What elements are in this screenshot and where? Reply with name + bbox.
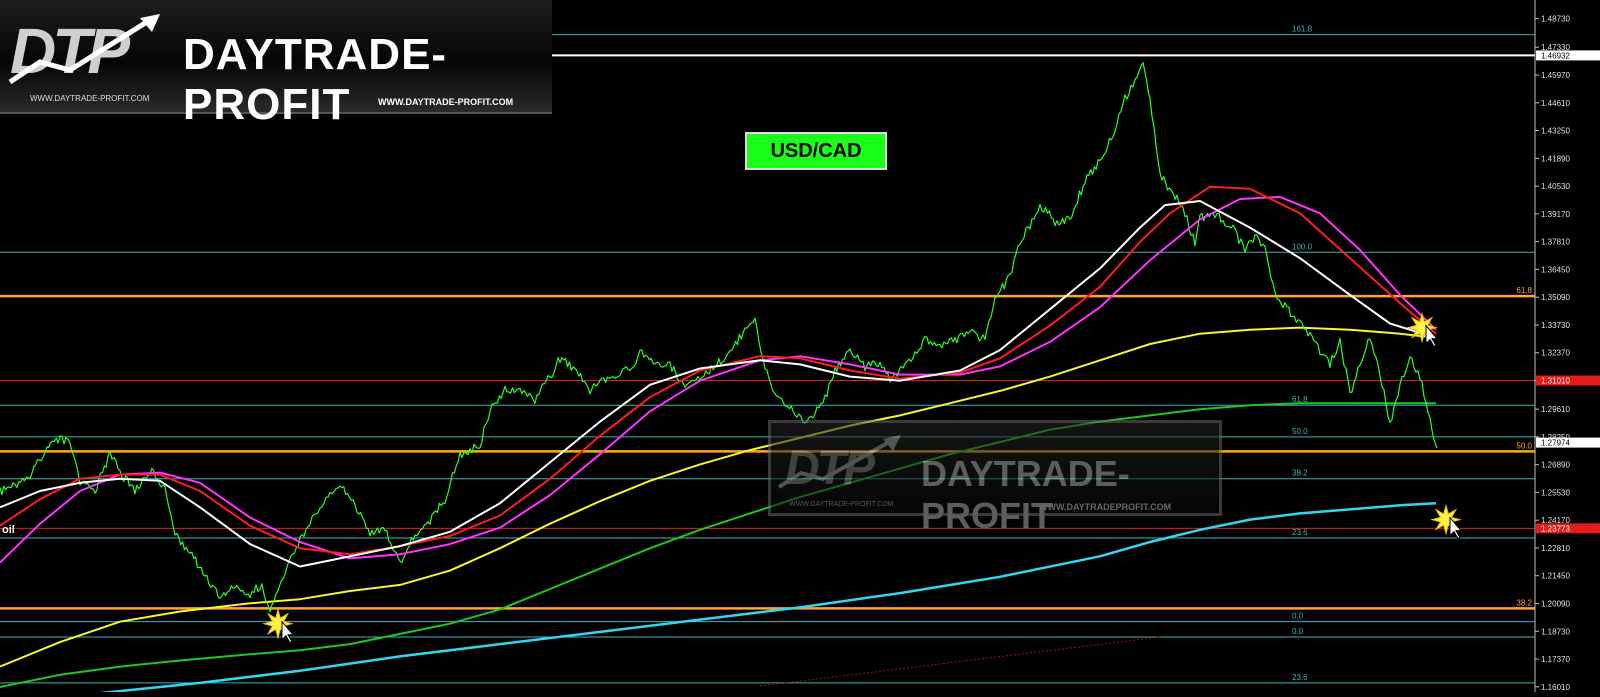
current-price-tag: 1.27974 (1541, 439, 1570, 448)
fib-level-label: 0.0 (1292, 612, 1304, 621)
watermark-logo: DTP DAYTRADE-PROFIT WWW.DAYTRADE-PROFIT.… (768, 420, 1222, 536)
level-price-tag: 1.23773 (1541, 524, 1570, 533)
watermark-url-right: WWW.DAYTRADEPROFIT.COM (1039, 502, 1172, 512)
corner-label: oil (2, 524, 15, 536)
logo-name: DAYTRADE-PROFIT (183, 30, 448, 129)
y-tick-label: 1.45970 (1541, 71, 1570, 80)
y-tick-label: 1.16010 (1541, 683, 1570, 692)
y-tick-label: 1.21450 (1541, 572, 1570, 581)
y-tick-label: 1.22810 (1541, 544, 1570, 553)
fib-level-label: 38.2 (1292, 469, 1308, 478)
fib-level-label: 23.6 (1292, 528, 1308, 537)
y-tick-label: 1.29610 (1541, 405, 1570, 414)
y-tick-label: 1.32370 (1541, 349, 1570, 358)
y-tick-label: 1.25530 (1541, 488, 1570, 497)
brand-logo: DTP DAYTRADE-PROFIT WWW.DAYTRADE-PROFIT.… (0, 0, 552, 129)
y-tick-label: 1.33730 (1541, 321, 1570, 330)
watermark-arrow-icon (777, 435, 901, 489)
y-tick-label: 1.17370 (1541, 655, 1570, 664)
fib-level-label: 100.0 (1292, 242, 1313, 251)
y-tick-label: 1.43250 (1541, 127, 1570, 136)
watermark-name: DAYTRADE-PROFIT (921, 453, 1130, 536)
y-tick-label: 1.35090 (1541, 293, 1570, 302)
y-tick-label: 1.18730 (1541, 627, 1570, 636)
logo-arrow-icon (8, 14, 160, 85)
y-tick-label: 1.44610 (1541, 99, 1570, 108)
y-tick-label: 1.40530 (1541, 182, 1570, 191)
top-price-tag: 1.46932 (1541, 51, 1570, 60)
y-tick-label: 1.37810 (1541, 238, 1570, 247)
fib-level-label: 50.0 (1516, 441, 1532, 450)
fib-level-label: 0.0 (1292, 627, 1304, 636)
fib-level-label: 61.8 (1516, 286, 1532, 295)
y-tick-label: 1.41890 (1541, 154, 1570, 163)
y-tick-label: 1.48730 (1541, 15, 1570, 24)
fib-level-label: 23.6 (1292, 673, 1308, 682)
y-tick-label: 1.26890 (1541, 461, 1570, 470)
y-tick-label: 1.20090 (1541, 600, 1570, 609)
fib-level-label: 50.0 (1292, 427, 1308, 436)
fib-level-label: 161.8 (1292, 25, 1313, 34)
logo-url-right: WWW.DAYTRADE-PROFIT.COM (378, 97, 514, 107)
fib-level-label: 38.2 (1516, 598, 1532, 607)
logo-url-left: WWW.DAYTRADE-PROFIT.COM (30, 94, 150, 103)
y-tick-label: 1.39170 (1541, 210, 1570, 219)
level-price-tag: 1.31010 (1541, 377, 1570, 386)
y-tick-label: 1.36450 (1541, 265, 1570, 274)
pair-label: USD/CAD (745, 132, 887, 170)
watermark-url-left: WWW.DAYTRADE-PROFIT.COM (789, 501, 894, 508)
